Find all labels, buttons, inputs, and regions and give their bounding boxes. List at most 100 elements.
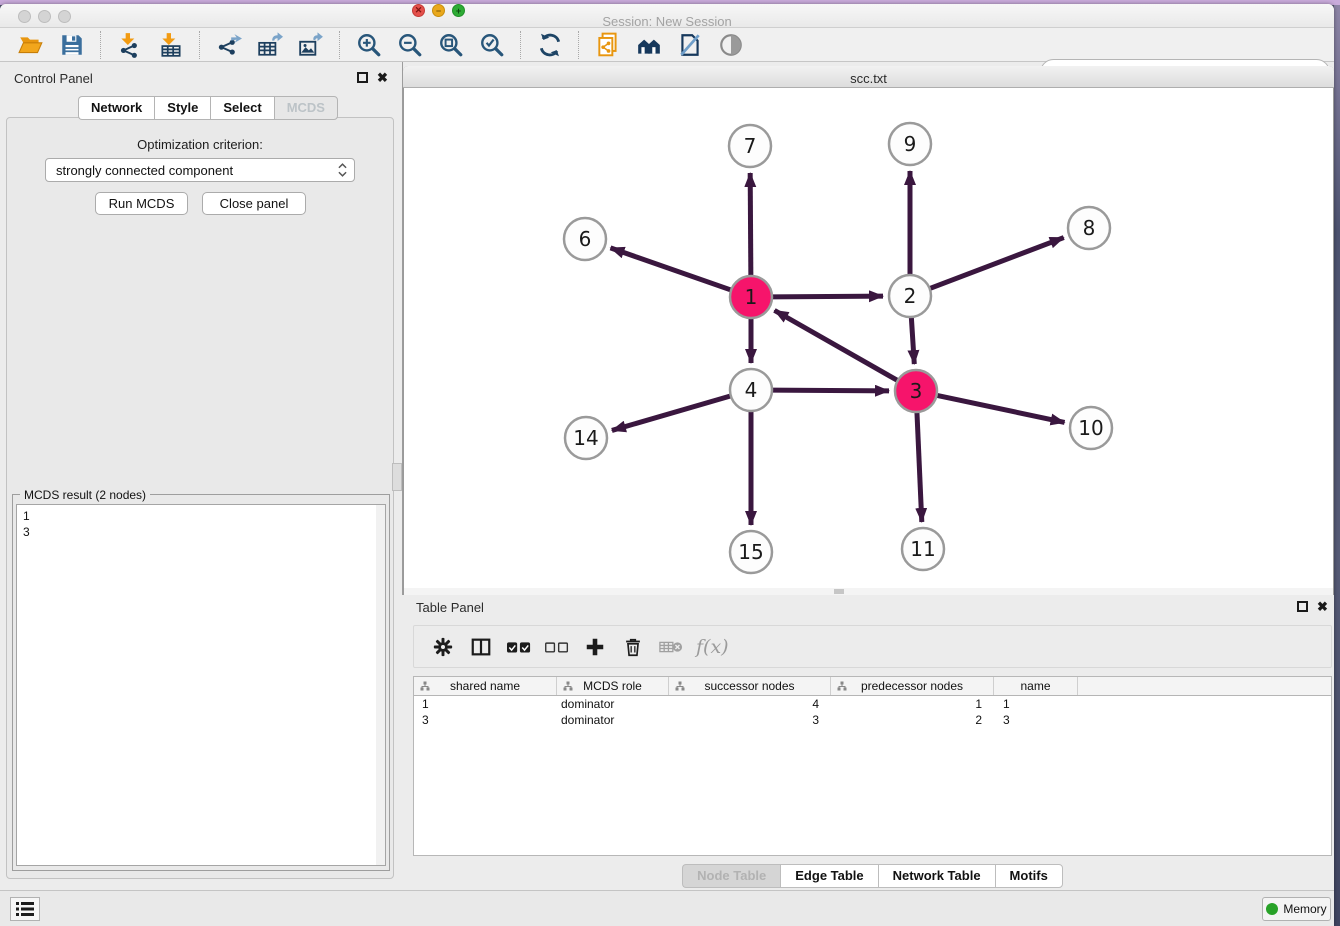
tab-motifs[interactable]: Motifs bbox=[995, 864, 1063, 888]
graph-edges bbox=[610, 171, 1064, 525]
graph-node-label: 2 bbox=[904, 284, 917, 308]
apply-layout-icon[interactable] bbox=[536, 31, 563, 58]
network-minimize-icon[interactable]: − bbox=[432, 4, 445, 17]
cell-name[interactable]: 1 bbox=[994, 696, 1078, 712]
delete-table-icon[interactable] bbox=[656, 633, 686, 661]
toolbar-separator bbox=[339, 31, 340, 59]
table-header-row: shared name MCDS role successor nodes pr… bbox=[414, 677, 1331, 696]
optimization-criterion-select[interactable]: strongly connected component bbox=[45, 158, 355, 182]
graph-node-label: 11 bbox=[910, 537, 935, 561]
mcds-result-textarea[interactable]: 1 3 bbox=[16, 504, 386, 866]
control-panel-tabs: Network Style Select MCDS bbox=[78, 96, 338, 120]
cell-successor-nodes[interactable]: 3 bbox=[669, 712, 831, 728]
mcds-result-scrollbar[interactable] bbox=[376, 505, 385, 865]
float-panel-icon[interactable] bbox=[1297, 601, 1308, 612]
toolbar-separator bbox=[100, 31, 101, 59]
deselect-all-icon[interactable] bbox=[542, 633, 572, 661]
open-session-icon[interactable] bbox=[17, 31, 44, 58]
tab-edge-table[interactable]: Edge Table bbox=[780, 864, 877, 888]
task-history-button[interactable] bbox=[10, 897, 40, 921]
control-panel-buttons: ✖ bbox=[357, 72, 388, 83]
close-panel-icon[interactable]: ✖ bbox=[377, 72, 388, 83]
column-header-predecessor-nodes[interactable]: predecessor nodes bbox=[831, 677, 994, 695]
table-panel-buttons: ✖ bbox=[1297, 601, 1328, 612]
minimize-window-icon[interactable] bbox=[38, 10, 51, 23]
table-row[interactable]: 3 dominator 3 2 3 bbox=[414, 712, 1331, 728]
export-network-icon[interactable] bbox=[215, 31, 242, 58]
table-row[interactable]: 1 dominator 4 1 1 bbox=[414, 696, 1331, 712]
column-header-shared-name[interactable]: shared name bbox=[414, 677, 557, 695]
tab-node-table[interactable]: Node Table bbox=[682, 864, 780, 888]
mcds-result-title: MCDS result (2 nodes) bbox=[20, 488, 150, 502]
column-header-name[interactable]: name bbox=[994, 677, 1078, 695]
cell-predecessor-nodes[interactable]: 1 bbox=[831, 696, 994, 712]
tab-style[interactable]: Style bbox=[154, 96, 210, 120]
tab-select[interactable]: Select bbox=[210, 96, 273, 120]
import-network-icon[interactable] bbox=[116, 31, 143, 58]
column-header-filler bbox=[1078, 677, 1331, 695]
network-canvas[interactable]: 7968124314101511 bbox=[404, 88, 1333, 588]
zoom-in-icon[interactable] bbox=[355, 31, 382, 58]
column-type-icon bbox=[563, 681, 573, 691]
delete-column-trash-icon[interactable] bbox=[618, 633, 648, 661]
graph-edge[interactable] bbox=[911, 317, 914, 364]
select-spinner-icon bbox=[338, 163, 347, 177]
toolbar-separator bbox=[578, 31, 579, 59]
table-panel-title: Table Panel bbox=[416, 600, 484, 615]
graph-edge[interactable] bbox=[930, 238, 1064, 289]
cell-shared-name[interactable]: 3 bbox=[414, 712, 557, 728]
graph-edge[interactable] bbox=[774, 310, 897, 380]
column-header-mcds-role[interactable]: MCDS role bbox=[557, 677, 669, 695]
network-maximize-icon[interactable]: + bbox=[452, 4, 465, 17]
graph-edge[interactable] bbox=[610, 248, 731, 290]
window-titlebar: Session: New Session bbox=[0, 4, 1334, 28]
column-type-icon bbox=[837, 681, 847, 691]
cell-predecessor-nodes[interactable]: 2 bbox=[831, 712, 994, 728]
network-hscrollbar[interactable] bbox=[404, 588, 1333, 595]
import-table-icon[interactable] bbox=[157, 31, 184, 58]
run-mcds-button[interactable]: Run MCDS bbox=[95, 192, 188, 215]
graph-edge[interactable] bbox=[917, 412, 922, 522]
tab-network[interactable]: Network bbox=[78, 96, 154, 120]
panel-splitter-handle[interactable] bbox=[392, 463, 402, 491]
column-layout-icon[interactable] bbox=[466, 633, 496, 661]
save-session-icon[interactable] bbox=[58, 31, 85, 58]
graph-edge[interactable] bbox=[937, 395, 1065, 422]
cell-name[interactable]: 3 bbox=[994, 712, 1078, 728]
table-settings-gear-icon[interactable] bbox=[428, 633, 458, 661]
cell-successor-nodes[interactable]: 4 bbox=[669, 696, 831, 712]
close-panel-icon[interactable]: ✖ bbox=[1317, 601, 1328, 612]
cell-mcds-role[interactable]: dominator bbox=[557, 712, 669, 728]
cell-shared-name[interactable]: 1 bbox=[414, 696, 557, 712]
close-window-icon[interactable] bbox=[18, 10, 31, 23]
graph-edge[interactable] bbox=[750, 173, 751, 276]
export-table-icon[interactable] bbox=[256, 31, 283, 58]
close-panel-button[interactable]: Close panel bbox=[202, 192, 306, 215]
graph-node-label: 6 bbox=[579, 227, 592, 251]
add-column-icon[interactable] bbox=[580, 633, 610, 661]
select-all-icon[interactable] bbox=[504, 633, 534, 661]
node-table: shared name MCDS role successor nodes pr… bbox=[413, 676, 1332, 856]
network-hscrollbar-handle[interactable] bbox=[834, 589, 844, 594]
graph-edge[interactable] bbox=[772, 296, 883, 297]
first-neighbors-icon[interactable] bbox=[635, 31, 662, 58]
float-panel-icon[interactable] bbox=[357, 72, 368, 83]
tab-mcds[interactable]: MCDS bbox=[274, 96, 338, 120]
tab-network-table[interactable]: Network Table bbox=[878, 864, 995, 888]
cell-mcds-role[interactable]: dominator bbox=[557, 696, 669, 712]
maximize-window-icon[interactable] bbox=[58, 10, 71, 23]
toolbar-separator bbox=[520, 31, 521, 59]
memory-button[interactable]: Memory bbox=[1262, 897, 1331, 921]
zoom-selected-icon[interactable] bbox=[478, 31, 505, 58]
export-image-icon[interactable] bbox=[297, 31, 324, 58]
show-graphics-details-icon[interactable] bbox=[717, 31, 744, 58]
network-close-icon[interactable]: ✕ bbox=[412, 4, 425, 17]
graph-edge[interactable] bbox=[772, 390, 889, 391]
hide-labels-icon[interactable] bbox=[676, 31, 703, 58]
graph-edge[interactable] bbox=[612, 396, 731, 431]
clone-network-icon[interactable] bbox=[594, 31, 621, 58]
function-builder-icon[interactable]: f(x) bbox=[696, 636, 729, 658]
column-header-successor-nodes[interactable]: successor nodes bbox=[669, 677, 831, 695]
zoom-out-icon[interactable] bbox=[396, 31, 423, 58]
zoom-fit-icon[interactable] bbox=[437, 31, 464, 58]
